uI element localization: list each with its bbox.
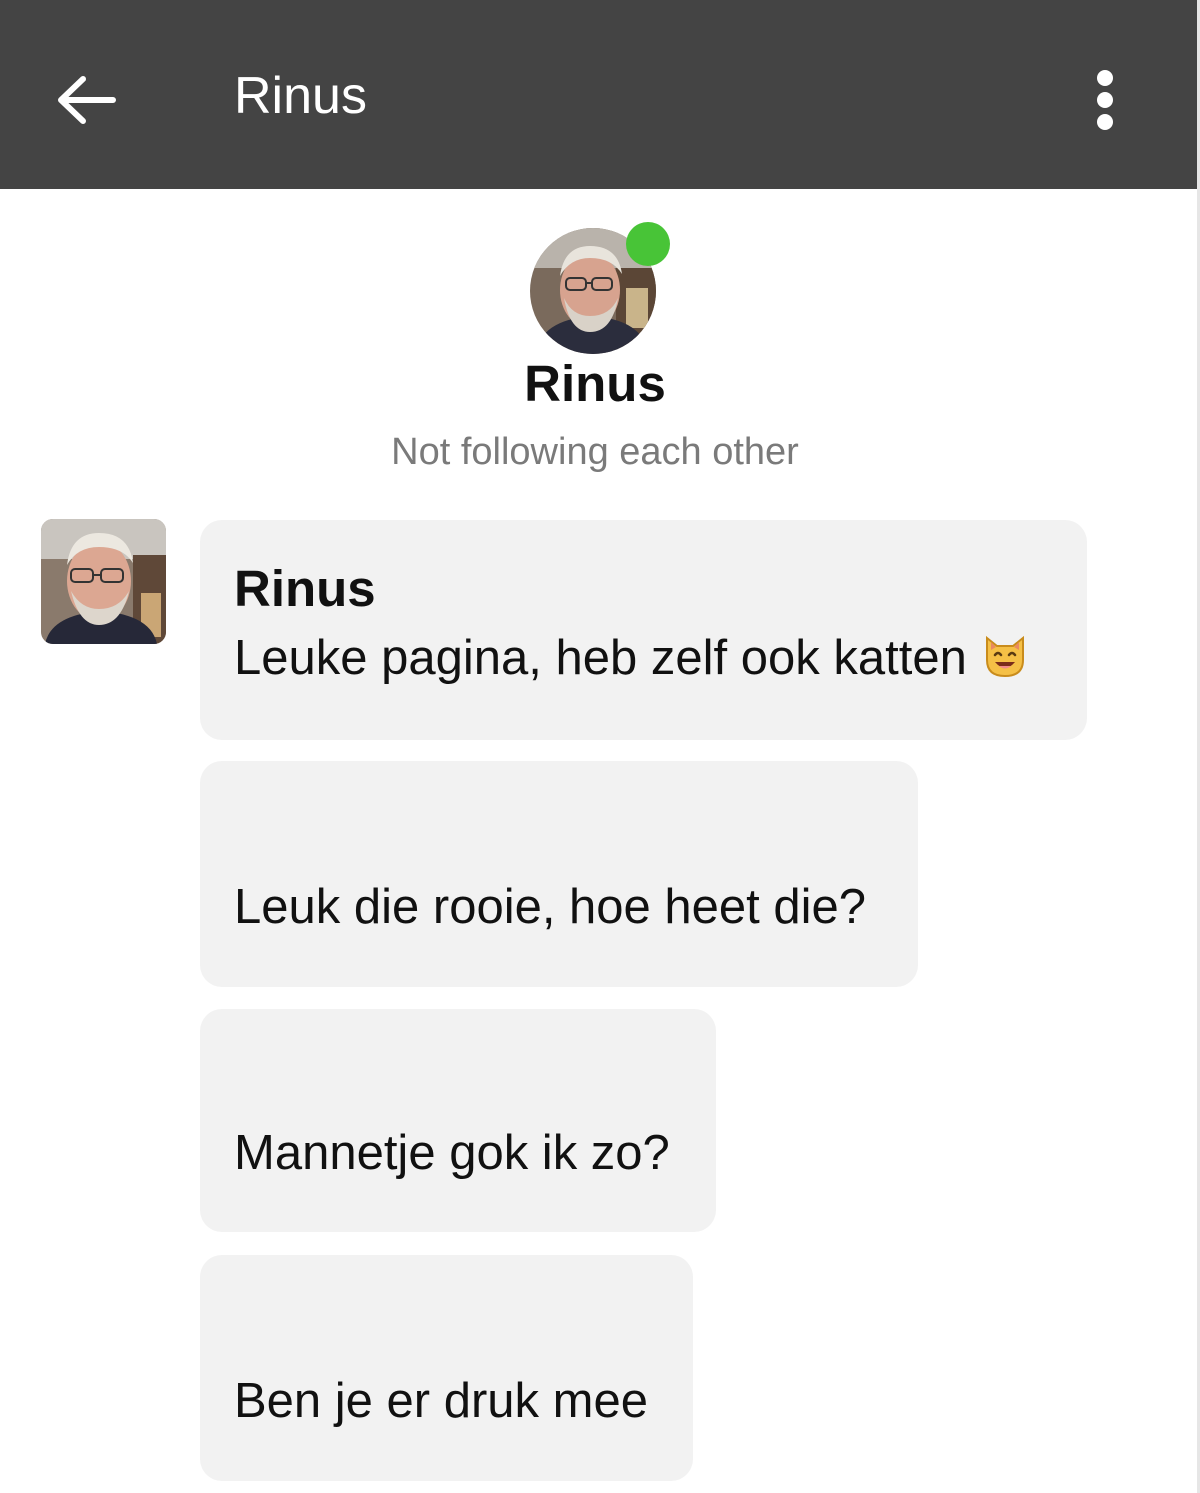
top-app-bar: Rinus <box>0 0 1197 189</box>
message-text: Mannetje gok ik zo? <box>234 1126 670 1180</box>
message-sender: Rinus <box>234 560 376 617</box>
smiling-cat-icon <box>981 632 1029 694</box>
sender-avatar[interactable] <box>41 519 166 644</box>
message-text: Leuke pagina, heb zelf ook katten <box>234 628 1029 694</box>
profile-name[interactable]: Rinus <box>0 352 1190 416</box>
more-options-button[interactable] <box>1078 62 1132 138</box>
arrow-left-icon <box>58 76 116 124</box>
profile-avatar-container[interactable] <box>530 222 670 354</box>
message-bubble[interactable]: Rinus Leuke pagina, heb zelf ook katten <box>200 520 1087 740</box>
more-vertical-icon <box>1097 70 1113 130</box>
follow-status-text: Not following each other <box>391 431 799 473</box>
online-status-indicator <box>626 222 670 266</box>
message-text: Ben je er druk mee <box>234 1374 648 1428</box>
message-bubble[interactable]: Ben je er druk mee <box>200 1255 693 1481</box>
chat-screen: Rinus Rinus Not following each other Rin… <box>0 0 1200 1493</box>
message-text: Leuk die rooie, hoe heet die? <box>234 880 867 934</box>
sender-photo <box>41 519 166 644</box>
conversation-title: Rinus <box>234 67 367 125</box>
message-bubble[interactable]: Mannetje gok ik zo? <box>200 1009 716 1232</box>
back-button[interactable] <box>48 62 124 138</box>
message-bubble[interactable]: Leuk die rooie, hoe heet die? <box>200 761 918 987</box>
